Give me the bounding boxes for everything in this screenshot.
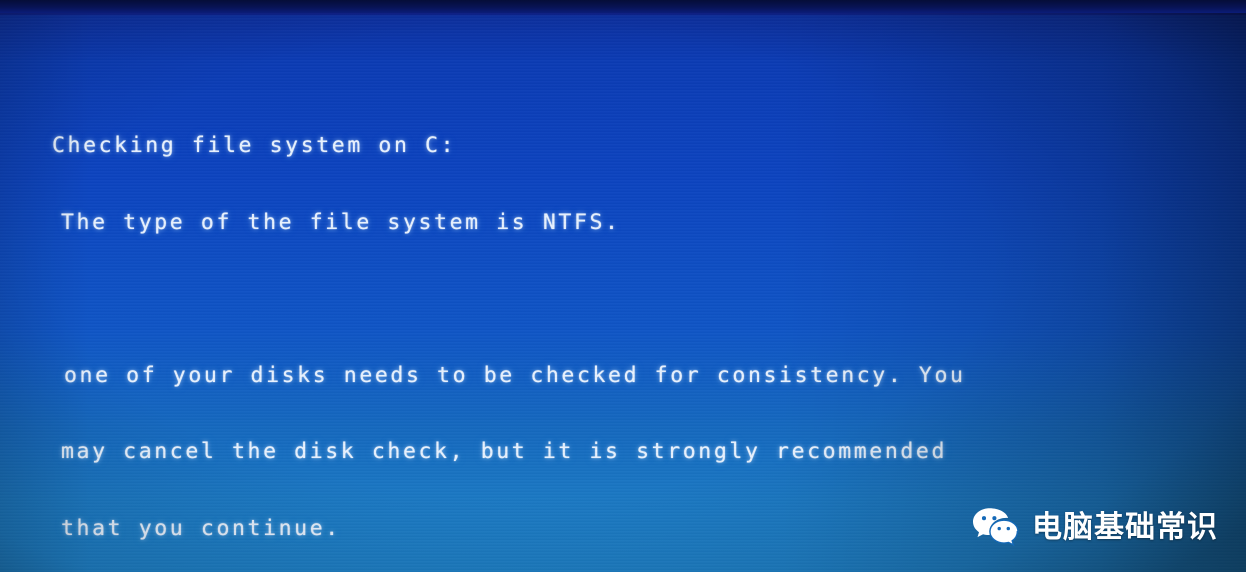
console-line-file-system-type: The type of the file system is NTFS. (61, 209, 621, 235)
chkdsk-screen: Checking file system on C: The type of t… (0, 0, 1246, 572)
corner-vignette-overlay (0, 0, 1246, 572)
scanline-overlay (0, 0, 1246, 572)
watermark: 电脑基础常识 (972, 506, 1218, 550)
console-line-checking-file-system: Checking file system on C: (52, 133, 457, 158)
console-line-may-cancel: may cancel the disk check, but it is str… (61, 439, 948, 464)
console-output: Checking file system on C: The type of t… (52, 82, 1212, 572)
watermark-label: 电脑基础常识 (1032, 510, 1218, 545)
console-blank-line-1 (52, 286, 1212, 312)
wechat-icon (972, 506, 1019, 550)
screen-top-bezel (0, 0, 1246, 13)
console-line-disks-need-check: one of your disks needs to be checked fo… (64, 362, 966, 388)
horizontal-falloff-overlay (0, 0, 1246, 572)
